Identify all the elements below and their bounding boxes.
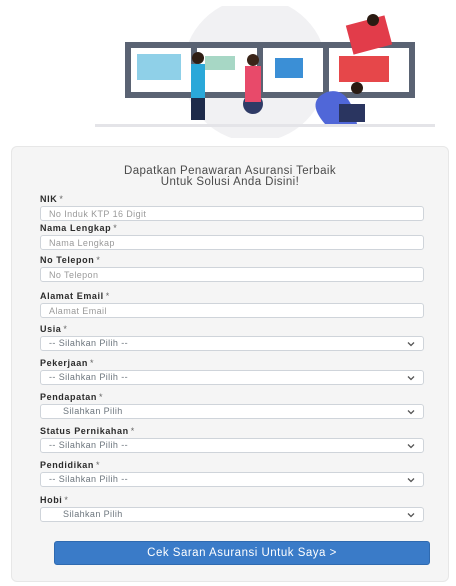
telepon-input[interactable]: [40, 267, 424, 282]
chevron-down-icon: [407, 444, 415, 449]
pekerjaan-field-group: Pekerjaan * -- Silahkan Pilih --: [40, 357, 424, 385]
pendapatan-field-group: Pendapatan * Silahkan Pilih: [40, 391, 424, 419]
chevron-down-icon: [407, 342, 415, 347]
pendidikan-field-group: Pendidikan * -- Silahkan Pilih --: [40, 459, 424, 487]
pendapatan-select[interactable]: Silahkan Pilih: [40, 404, 424, 419]
hobi-select[interactable]: Silahkan Pilih: [40, 507, 424, 522]
nama-field-group: Nama Lengkap *: [40, 222, 424, 250]
telepon-label: No Telepon *: [40, 255, 101, 265]
nik-field-group: NIK *: [40, 193, 424, 221]
usia-field-group: Usia * -- Silahkan Pilih --: [40, 323, 424, 351]
hobi-field-group: Hobi * Silahkan Pilih: [40, 494, 424, 522]
hobi-label: Hobi *: [40, 495, 69, 505]
email-input[interactable]: [40, 303, 424, 318]
status-select[interactable]: -- Silahkan Pilih --: [40, 438, 424, 453]
chevron-down-icon: [407, 478, 415, 483]
usia-label: Usia *: [40, 324, 68, 334]
nik-input[interactable]: [40, 206, 424, 221]
chevron-down-icon: [407, 376, 415, 381]
pekerjaan-select[interactable]: -- Silahkan Pilih --: [40, 370, 424, 385]
hobi-selected-value: Silahkan Pilih: [63, 509, 123, 519]
form-heading: Dapatkan Penawaran Asuransi Terbaik Untu…: [11, 165, 449, 188]
pendidikan-selected-value: -- Silahkan Pilih --: [49, 474, 129, 484]
hero-illustration: [95, 6, 435, 138]
usia-selected-value: -- Silahkan Pilih --: [49, 338, 129, 348]
pendapatan-selected-value: Silahkan Pilih: [63, 406, 123, 416]
chevron-down-icon: [407, 410, 415, 415]
form-heading-line2: Untuk Solusi Anda Disini!: [160, 176, 300, 188]
telepon-field-group: No Telepon *: [40, 254, 424, 282]
pekerjaan-label: Pekerjaan *: [40, 358, 95, 368]
nik-label: NIK *: [40, 194, 64, 204]
pendidikan-label: Pendidikan *: [40, 460, 101, 470]
status-field-group: Status Pernikahan * -- Silahkan Pilih --: [40, 425, 424, 453]
status-label: Status Pernikahan *: [40, 426, 135, 436]
pendapatan-label: Pendapatan *: [40, 392, 104, 402]
chevron-down-icon: [407, 513, 415, 518]
pekerjaan-selected-value: -- Silahkan Pilih --: [49, 372, 129, 382]
usia-select[interactable]: -- Silahkan Pilih --: [40, 336, 424, 351]
cek-saran-asuransi-button[interactable]: Cek Saran Asuransi Untuk Saya >: [54, 541, 430, 565]
email-field-group: Alamat Email *: [40, 290, 424, 318]
status-selected-value: -- Silahkan Pilih --: [49, 440, 129, 450]
email-label: Alamat Email *: [40, 291, 110, 301]
nama-input[interactable]: [40, 235, 424, 250]
nama-label: Nama Lengkap *: [40, 223, 118, 233]
pendidikan-select[interactable]: -- Silahkan Pilih --: [40, 472, 424, 487]
